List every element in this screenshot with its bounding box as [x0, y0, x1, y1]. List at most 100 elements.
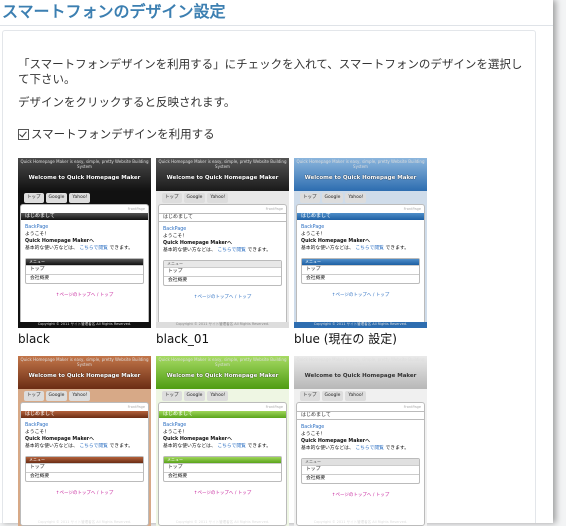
- thumb-body-line: ようこそ！: [25, 232, 49, 237]
- thumb-tabs: トップ Google Yahoo!: [158, 193, 287, 203]
- thumb-menu-item: トップ: [164, 267, 281, 276]
- checkbox-label: スマートフォンデザインを利用する: [31, 127, 215, 141]
- thumb-body-line: 基本的な使い方などは、 こちらで閲覧 できます。: [301, 246, 409, 251]
- thumb-menu-item: 会社概要: [164, 276, 281, 285]
- thumb-body-line: ようこそ！: [301, 432, 325, 437]
- thumb-body-line: Quick Homepage Makerへ: [25, 239, 94, 244]
- design-thumbnail-black_01[interactable]: Quick Homepage Maker is easy, simple, pr…: [156, 158, 289, 328]
- thumb-body-line: 基本的な使い方などは、 こちらで閲覧 できます。: [25, 246, 133, 251]
- thumb-backpage-link: BackPage: [163, 423, 187, 428]
- thumb-menu-item: トップ: [302, 465, 419, 474]
- thumb-site-title: Welcome to Quick Homepage Maker: [304, 373, 417, 379]
- thumb-sheet: FrontPage はじめまして BackPage ようこそ！ Quick Ho…: [20, 402, 149, 526]
- thumb-body-line: 基本的な使い方などは、 こちらで閲覧 できます。: [25, 444, 133, 449]
- thumb-backpage-link: BackPage: [25, 225, 49, 230]
- thumb-body-line: ようこそ！: [301, 232, 325, 237]
- thumb-header: Quick Homepage Maker is easy, simple, pr…: [18, 158, 151, 191]
- thumb-body-line: 基本的な使い方などは、 こちらで閲覧 できます。: [163, 248, 271, 253]
- thumb-tab: Yahoo!: [345, 193, 367, 203]
- thumb-menu-item: トップ: [164, 463, 281, 472]
- thumb-body-line: 基本的な使い方などは、 こちらで閲覧 できます。: [301, 446, 409, 451]
- thumb-copyright: Copyright © 2011 サイト管理者名 All Rights Rese…: [156, 322, 289, 328]
- thumb-header: Quick Homepage Maker is easy, simple, pr…: [156, 356, 289, 389]
- thumb-body-line: 基本的な使い方などは、 こちらで閲覧 できます。: [163, 444, 271, 449]
- thumb-tiny-header: Quick Homepage Maker is easy, simple, pr…: [20, 357, 149, 367]
- thumb-menu-item: 会社概要: [26, 274, 143, 283]
- thumb-tab: Google: [321, 193, 344, 203]
- thumb-page-label: FrontPage: [127, 405, 145, 409]
- thumb-tab: Google: [183, 193, 206, 203]
- thumb-tabs: トップ Google Yahoo!: [20, 391, 149, 401]
- thumb-body-line: ようこそ！: [25, 430, 49, 435]
- thumb-body: BackPage ようこそ！ Quick Homepage Makerへ 基本的…: [21, 220, 148, 299]
- thumb-tiny-header: Quick Homepage Maker is easy, simple, pr…: [296, 159, 425, 169]
- description: 「スマートフォンデザインを利用する」にチェックを入れて、スマートフォンのデザイン…: [18, 57, 528, 110]
- thumb-sheet: FrontPage はじめまして BackPage ようこそ！ Quick Ho…: [158, 204, 287, 328]
- thumb-menu-item: 会社概要: [26, 472, 143, 481]
- thumb-tiny-header: Quick Homepage Maker is easy, simple, pr…: [158, 357, 287, 367]
- thumb-page-label: FrontPage: [265, 405, 283, 409]
- thumb-backpage-link: BackPage: [163, 227, 187, 232]
- thumb-body-line: Quick Homepage Makerへ: [163, 437, 232, 442]
- thumb-footer-link: ↑ページのトップへ / トップ: [331, 293, 390, 298]
- design-thumbnail-black[interactable]: Quick Homepage Maker is easy, simple, pr…: [18, 158, 151, 328]
- thumb-band: はじめまして: [159, 411, 286, 418]
- thumb-menu-item: 会社概要: [302, 474, 419, 483]
- thumb-footer-link: ↑ページのトップへ / トップ: [55, 293, 114, 298]
- thumb-band: はじめまして: [21, 213, 148, 220]
- thumb-tab: Yahoo!: [69, 193, 91, 203]
- thumb-header: Quick Homepage Maker is easy, simple, pr…: [294, 356, 427, 389]
- thumb-backpage-link: BackPage: [25, 423, 49, 428]
- thumb-footer-link: ↑ページのトップへ / トップ: [193, 491, 252, 496]
- thumb-body-line: Quick Homepage Makerへ: [301, 439, 370, 444]
- thumb-header: Quick Homepage Maker is easy, simple, pr…: [18, 356, 151, 389]
- thumb-tabs: トップ Google Yahoo!: [20, 193, 149, 203]
- thumb-tab: トップ: [300, 193, 320, 203]
- thumb-copyright: Copyright © 2011 サイト管理者名 All Rights Rese…: [175, 520, 270, 524]
- thumb-tab: Yahoo!: [69, 391, 91, 401]
- thumb-tab: Google: [45, 193, 68, 203]
- thumb-sheet: FrontPage はじめまして BackPage ようこそ！ Quick Ho…: [296, 204, 425, 328]
- thumb-header: Quick Homepage Maker is easy, simple, pr…: [156, 158, 289, 191]
- design-thumbnail-gray[interactable]: Quick Homepage Maker is easy, simple, pr…: [294, 356, 427, 526]
- design-thumbnail-brown[interactable]: Quick Homepage Maker is easy, simple, pr…: [18, 356, 151, 526]
- thumb-page-label: FrontPage: [403, 207, 421, 211]
- thumb-site-title: Welcome to Quick Homepage Maker: [166, 373, 279, 379]
- thumb-tab: Google: [45, 391, 68, 401]
- thumb-tab: トップ: [300, 391, 320, 401]
- thumb-page-label: FrontPage: [403, 405, 421, 409]
- thumb-page-label: FrontPage: [265, 207, 283, 211]
- thumb-body-line: ようこそ！: [163, 234, 187, 239]
- design-thumbnail-green[interactable]: Quick Homepage Maker is easy, simple, pr…: [156, 356, 289, 526]
- thumb-sheet: FrontPage はじめまして BackPage ようこそ！ Quick Ho…: [158, 402, 287, 526]
- thumb-tab: トップ: [162, 391, 182, 401]
- thumb-site-title: Welcome to Quick Homepage Maker: [28, 373, 141, 379]
- thumb-backpage-link: BackPage: [301, 225, 325, 230]
- thumb-band: はじめまして: [21, 411, 148, 418]
- thumb-body-line: Quick Homepage Makerへ: [301, 239, 370, 244]
- thumb-menu-item: トップ: [26, 265, 143, 274]
- thumb-tab: Yahoo!: [207, 193, 229, 203]
- thumb-body: BackPage ようこそ！ Quick Homepage Makerへ 基本的…: [297, 420, 424, 499]
- thumb-footer-link: ↑ページのトップへ / トップ: [193, 295, 252, 300]
- page-title: スマートフォンのデザイン設定: [0, 0, 553, 26]
- thumb-band: はじめまして: [297, 411, 424, 420]
- thumb-tiny-header: Quick Homepage Maker is easy, simple, pr…: [296, 357, 425, 367]
- thumb-tabs: トップ Google Yahoo!: [296, 391, 425, 401]
- use-smartphone-design-checkbox[interactable]: [18, 128, 29, 140]
- thumb-body-line: ようこそ！: [163, 430, 187, 435]
- design-thumbnail-blue[interactable]: Quick Homepage Maker is easy, simple, pr…: [294, 158, 427, 328]
- thumb-backpage-link: BackPage: [301, 425, 325, 430]
- thumb-menu: メニュー トップ 会社概要: [163, 260, 282, 286]
- thumb-tiny-header: Quick Homepage Maker is easy, simple, pr…: [158, 159, 287, 169]
- thumb-tab: トップ: [24, 391, 44, 401]
- thumb-menu-item: 会社概要: [302, 274, 419, 283]
- thumb-body: BackPage ようこそ！ Quick Homepage Makerへ 基本的…: [21, 418, 148, 497]
- thumb-menu-item: トップ: [302, 265, 419, 274]
- thumb-tab: Yahoo!: [345, 391, 367, 401]
- thumb-band: はじめまして: [297, 213, 424, 220]
- use-smartphone-design-toggle[interactable]: スマートフォンデザインを利用する: [18, 126, 215, 142]
- thumb-menu: メニュー トップ 会社概要: [301, 258, 420, 284]
- thumb-tab: トップ: [24, 193, 44, 203]
- thumb-site-title: Welcome to Quick Homepage Maker: [304, 175, 417, 181]
